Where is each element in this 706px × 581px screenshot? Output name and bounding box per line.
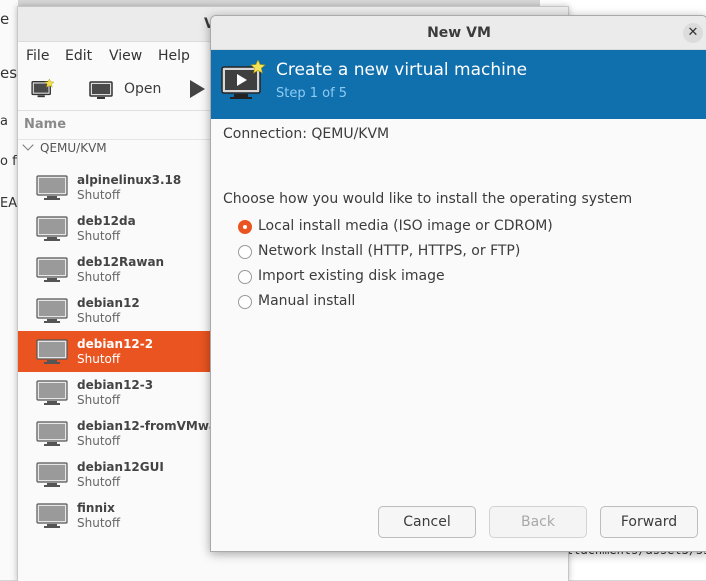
bg-fragment: a — [0, 114, 8, 129]
forward-button[interactable]: Forward — [600, 506, 698, 538]
open-console-icon[interactable] — [88, 81, 114, 101]
vm-monitor-icon — [36, 421, 68, 446]
radio-button-icon[interactable] — [238, 295, 252, 309]
vm-monitor-icon — [36, 380, 68, 405]
vm-name: finnix — [77, 501, 115, 515]
vm-status: Shutoff — [77, 352, 121, 366]
vm-status: Shutoff — [77, 516, 121, 530]
vm-status: Shutoff — [77, 393, 121, 407]
connection-label: QEMU/KVM — [40, 141, 107, 155]
vm-monitor-icon — [36, 462, 68, 487]
radio-button-icon[interactable] — [238, 270, 252, 284]
menu-view[interactable]: View — [109, 48, 142, 64]
chevron-down-icon[interactable] — [22, 139, 34, 151]
radio-button-icon[interactable] — [238, 220, 252, 234]
column-header-label: Name — [24, 117, 67, 132]
install-option-label[interactable]: Manual install — [258, 293, 355, 309]
bg-fragment: es — [0, 64, 18, 82]
vm-name: deb12Rawan — [77, 255, 165, 269]
new-vm-icon — [221, 60, 266, 99]
vm-name: debian12-fromVMware — [77, 419, 232, 433]
run-icon[interactable] — [190, 80, 205, 98]
connection-row[interactable]: QEMU/KVM — [22, 139, 107, 155]
menu-edit[interactable]: Edit — [65, 48, 92, 64]
vm-monitor-icon — [36, 298, 68, 323]
radio-button-icon[interactable] — [238, 245, 252, 259]
banner-step: Step 1 of 5 — [276, 86, 348, 101]
menu-help[interactable]: Help — [158, 48, 190, 64]
close-button[interactable]: ✕ — [683, 23, 703, 43]
back-button[interactable]: Back — [489, 506, 587, 538]
vm-status: Shutoff — [77, 229, 121, 243]
vm-name: deb12da — [77, 214, 136, 228]
vm-monitor-icon — [36, 216, 68, 241]
vm-name: debian12-2 — [77, 337, 154, 351]
vm-status: Shutoff — [77, 475, 121, 489]
vm-monitor-icon — [36, 503, 68, 528]
background-window-left: e es a o fi EAD — [0, 0, 27, 580]
install-option-label[interactable]: Import existing disk image — [258, 268, 445, 284]
new-vm-icon[interactable] — [30, 79, 56, 99]
vm-status: Shutoff — [77, 188, 121, 202]
vm-monitor-icon — [36, 257, 68, 282]
vm-name: debian12GUI — [77, 460, 164, 474]
dialog-titlebar[interactable]: New VM ✕ — [211, 16, 706, 50]
install-option-label[interactable]: Network Install (HTTP, HTTPS, or FTP) — [258, 243, 520, 259]
vm-status: Shutoff — [77, 311, 121, 325]
bg-fragment: e — [0, 10, 10, 28]
banner-title: Create a new virtual machine — [276, 60, 528, 80]
vm-status: Shutoff — [77, 270, 121, 284]
vm-name: alpinelinux3.18 — [77, 173, 182, 187]
install-option-label[interactable]: Local install media (ISO image or CDROM) — [258, 218, 553, 234]
open-button[interactable]: Open — [124, 81, 161, 97]
menu-file[interactable]: File — [26, 48, 49, 64]
vm-monitor-icon — [36, 175, 68, 200]
vm-name: debian12 — [77, 296, 140, 310]
vm-status: Shutoff — [77, 434, 121, 448]
vm-monitor-icon — [36, 339, 68, 364]
dialog-banner: Create a new virtual machine Step 1 of 5 — [211, 50, 706, 119]
cancel-button[interactable]: Cancel — [378, 506, 476, 538]
install-prompt: Choose how you would like to install the… — [223, 191, 633, 207]
vm-name: debian12-3 — [77, 378, 154, 392]
dialog-title: New VM — [427, 25, 491, 41]
connection-text: Connection: QEMU/KVM — [223, 126, 390, 142]
new-vm-dialog: New VM ✕ Create a new virtual machine St… — [210, 15, 706, 552]
